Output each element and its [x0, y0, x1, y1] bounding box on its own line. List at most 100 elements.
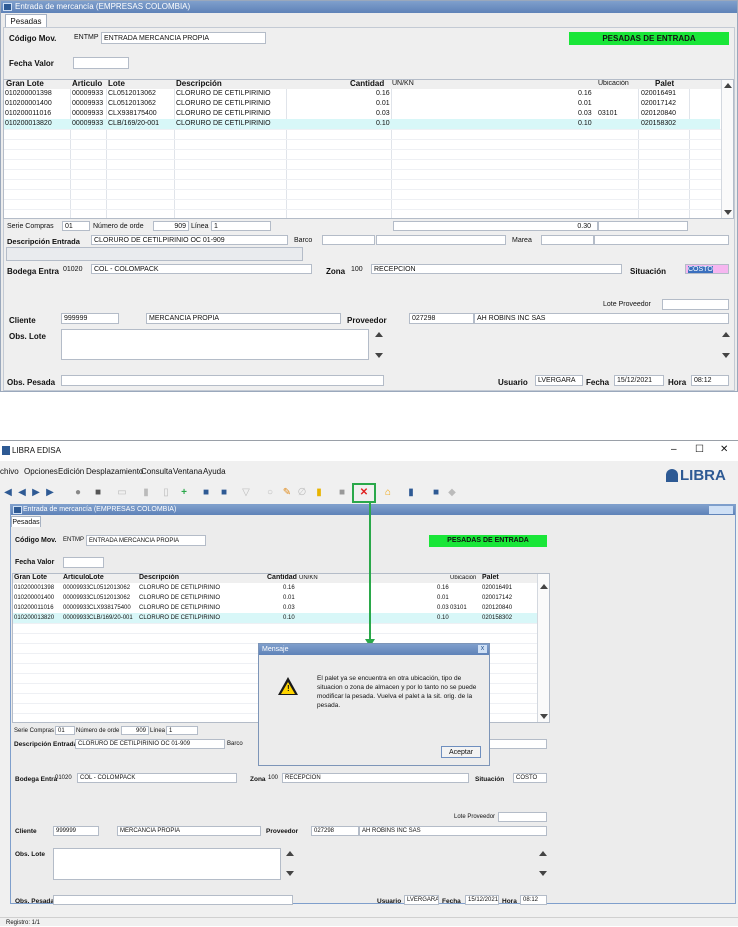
form-scroll-down-icon[interactable] [722, 353, 730, 358]
disabled-save-icon[interactable]: ■ [336, 487, 348, 499]
note-icon[interactable]: ▮ [313, 487, 325, 499]
cell-ubicacion[interactable]: 03101 [598, 109, 638, 119]
inner-situacion-field[interactable]: COSTO [513, 773, 547, 783]
situacion-field[interactable]: COSTO [685, 264, 729, 274]
cell-descripcion[interactable]: CLORURO DE CETILPIRINIO [139, 583, 239, 593]
inner-fecha-valor-field[interactable] [63, 557, 104, 568]
fecha-valor-field[interactable] [73, 57, 129, 69]
cell-articulo[interactable]: 00009933 [63, 603, 89, 613]
cell-ubicacion[interactable]: 03101 [450, 603, 480, 613]
table-row[interactable]: 010200013820 00009933 CLB/169/20-001 CLORUR… [4, 119, 720, 129]
inner-bodega-field[interactable]: COL - COLOMPACK [77, 773, 237, 783]
obs-pesada-field[interactable] [61, 375, 384, 386]
cell-unkn-val[interactable]: 0.01 [578, 99, 598, 109]
codigo-mov-desc-field[interactable]: ENTRADA MERCANCIA PROPIA [101, 32, 266, 44]
cell-unkn-val[interactable]: 0.01 [437, 593, 451, 603]
cell-lote[interactable]: CL0512013062 [89, 583, 137, 593]
table-row[interactable]: 010200011016 00009933 CLX938175400 CLORURO … [4, 109, 720, 119]
cell-gran-lote[interactable]: 010200013820 [5, 119, 69, 129]
cell-palet[interactable]: 020158302 [641, 119, 689, 129]
lote-proveedor-field[interactable] [662, 299, 729, 310]
cell-palet[interactable]: 020120840 [641, 109, 689, 119]
cell-articulo[interactable]: 00009933 [72, 109, 106, 119]
print-icon[interactable]: ■ [92, 487, 104, 499]
cell-gran-lote[interactable]: 010200001400 [14, 593, 62, 603]
table-row[interactable]: 010200001398 00009933 CL0512013062 CLORURO … [13, 583, 537, 593]
numero-orden-field[interactable]: 909 [153, 221, 189, 231]
cell-lote[interactable]: CLX938175400 [108, 109, 174, 119]
cell-gran-lote[interactable]: 010200001398 [5, 89, 69, 99]
inner-form-scroll-up-icon[interactable] [539, 851, 547, 856]
cell-unkn-val[interactable]: 0.10 [437, 613, 451, 623]
refresh-icon[interactable]: ● [72, 487, 84, 499]
cell-cantidad[interactable]: 0.01 [283, 593, 297, 603]
inner-scroll-up-icon[interactable] [540, 584, 548, 589]
cell-palet[interactable]: 020016491 [482, 583, 522, 593]
cell-lote[interactable]: CL0512013062 [108, 99, 174, 109]
inner-proveedor-field[interactable]: 027298 [311, 826, 359, 836]
doc-icon[interactable]: ▯ [160, 487, 172, 499]
cell-cantidad[interactable]: 0.03 [376, 109, 390, 119]
add-icon[interactable]: + [178, 487, 190, 499]
cell-palet[interactable]: 020017142 [482, 593, 522, 603]
serie-compras-field[interactable]: 01 [62, 221, 90, 231]
calendar-icon[interactable]: ■ [430, 487, 442, 499]
cell-articulo[interactable]: 00009933 [72, 89, 106, 99]
cell-articulo[interactable]: 00009933 [63, 613, 89, 623]
linea-field[interactable]: 1 [211, 221, 271, 231]
pencil-icon[interactable]: ✎ [281, 487, 293, 499]
attach-icon[interactable]: ∅ [296, 487, 308, 499]
cell-descripcion[interactable]: CLORURO DE CETILPIRINIO [176, 89, 286, 99]
table-row[interactable]: 010200013820 00009933 CLB/169/20-001 CLORUR… [13, 613, 537, 623]
descripcion-entrada-field[interactable]: CLORURO DE CETILPIRINIO OC 01-909 [91, 235, 288, 245]
cell-palet[interactable]: 020016491 [641, 89, 689, 99]
cell-cantidad[interactable]: 0.03 [283, 603, 297, 613]
zona-field[interactable]: RECEPCION [371, 264, 622, 274]
grid-scrollbar[interactable] [721, 80, 733, 218]
cell-descripcion[interactable]: CLORURO DE CETILPIRINIO [139, 593, 239, 603]
scroll-up-icon[interactable] [724, 83, 732, 88]
window-icon[interactable]: ▭ [116, 487, 128, 499]
cell-palet[interactable]: 020120840 [482, 603, 522, 613]
menu-desplazamiento[interactable]: Desplazamiento [86, 467, 143, 476]
inner-grid-scrollbar[interactable] [537, 574, 549, 722]
inner-serie-field[interactable]: 01 [55, 726, 75, 735]
cell-cantidad[interactable]: 0.16 [283, 583, 297, 593]
inner-obs-lote-textarea[interactable] [53, 848, 281, 880]
inner-obs-scroll-up-icon[interactable] [286, 851, 294, 856]
cell-descripcion[interactable]: CLORURO DE CETILPIRINIO [139, 613, 239, 623]
inner-form-scroll-down-icon[interactable] [539, 871, 547, 876]
inner-cliente-field[interactable]: 999999 [53, 826, 99, 836]
copy-icon[interactable]: ▮ [140, 487, 152, 499]
cell-palet[interactable]: 020017142 [641, 99, 689, 109]
cell-articulo[interactable]: 00009933 [72, 99, 106, 109]
bodega-field[interactable]: COL - COLOMPACK [91, 264, 312, 274]
dialog-close-button[interactable]: x [478, 645, 487, 653]
cell-cantidad[interactable]: 0.01 [376, 99, 390, 109]
menu-ayuda[interactable]: Ayuda [203, 467, 226, 476]
inner-lote-proveedor-field[interactable] [498, 812, 547, 822]
form-scroll-up-icon[interactable] [722, 332, 730, 337]
aceptar-button[interactable]: Aceptar [441, 746, 481, 758]
last-record-icon[interactable]: ▶ [44, 487, 56, 499]
inner-obs-pesada-field[interactable] [53, 895, 293, 905]
inner-tab-pesadas[interactable]: Pesadas [11, 516, 41, 527]
cell-articulo[interactable]: 00009933 [63, 583, 89, 593]
close-button[interactable]: ✕ [720, 444, 728, 455]
cell-cantidad[interactable]: 0.10 [283, 613, 297, 623]
inner-zona-field[interactable]: RECEPCION [282, 773, 469, 783]
cell-articulo[interactable]: 00009933 [72, 119, 106, 129]
maximize-button[interactable]: ☐ [695, 444, 704, 455]
cell-unkn-val[interactable]: 0.03 [437, 603, 451, 613]
cell-articulo[interactable]: 00009933 [63, 593, 89, 603]
inner-scroll-down-icon[interactable] [540, 714, 548, 719]
inner-descripcion-entrada-field[interactable]: CLORURO DE CETILPIRINIO OC 01-909 [75, 739, 225, 749]
save-all-icon[interactable]: ■ [218, 487, 230, 499]
cell-lote[interactable]: CL0512013062 [108, 89, 174, 99]
exit-icon[interactable]: ▮ [405, 487, 417, 499]
obs-lote-scroll-down-icon[interactable] [375, 353, 383, 358]
proveedor-field[interactable]: 027298 [409, 313, 474, 324]
table-row[interactable]: 010200001400 00009933 CL0512013062 CLORURO … [13, 593, 537, 603]
inner-linea-field[interactable]: 1 [166, 726, 198, 735]
search-icon[interactable]: ○ [264, 487, 276, 499]
